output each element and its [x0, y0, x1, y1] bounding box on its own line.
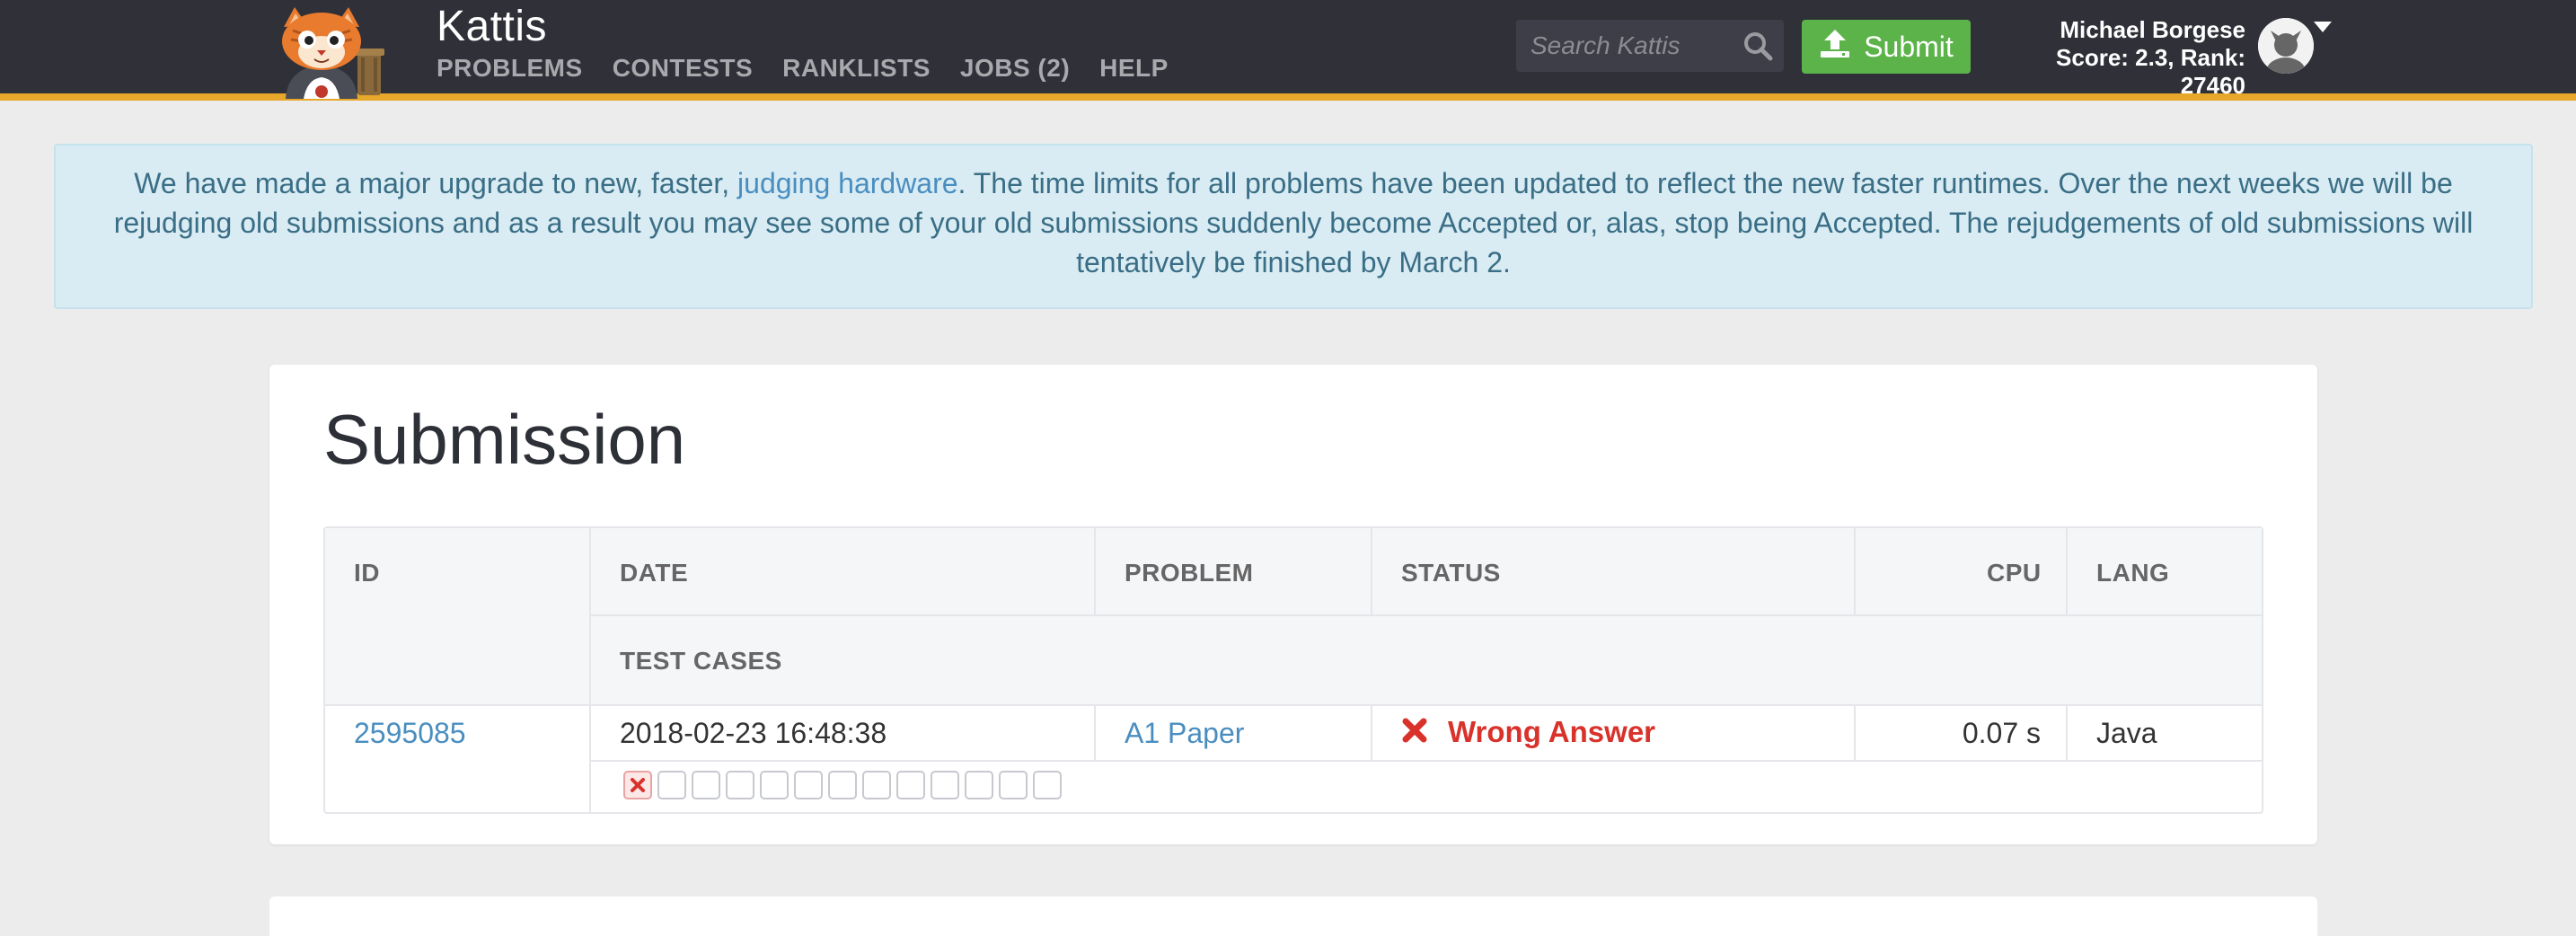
nav-item-help[interactable]: HELP [1099, 54, 1169, 83]
test-case-results [623, 771, 1062, 799]
test-case-failed[interactable] [623, 771, 652, 799]
submit-label: Submit [1864, 30, 1954, 63]
x-icon [631, 778, 645, 792]
col-divider [1854, 704, 1856, 760]
judging-hardware-link[interactable]: judging hardware [737, 167, 958, 199]
top-navbar: Kattis PROBLEMS CONTESTS RANKLISTS JOBS … [0, 0, 2576, 101]
body-divider [325, 704, 2262, 706]
page-title: Submission [323, 400, 686, 479]
test-case-not-run[interactable] [999, 771, 1028, 799]
user-silhouette-icon [2258, 18, 2314, 74]
header-divider [589, 614, 2262, 616]
user-info[interactable]: Michael Borgese Score: 2.3, Rank: 27460 [1985, 16, 2245, 100]
test-case-not-run[interactable] [965, 771, 993, 799]
col-divider [1854, 528, 1856, 614]
status-text: Wrong Answer [1448, 715, 1656, 748]
search-input[interactable] [1516, 20, 1732, 72]
user-stats: Score: 2.3, Rank: 27460 [2056, 44, 2245, 99]
submission-card: Submission ID DATE PROBLEM STATUS CPU LA… [269, 365, 2317, 844]
nav-item-problems[interactable]: PROBLEMS [437, 54, 583, 83]
test-case-not-run[interactable] [794, 771, 823, 799]
language: Java [2096, 717, 2157, 749]
announcement-alert: We have made a major upgrade to new, fas… [54, 144, 2533, 309]
next-card [269, 896, 2317, 936]
test-case-not-run[interactable] [726, 771, 754, 799]
submission-table: ID DATE PROBLEM STATUS CPU LANG TEST CAS… [323, 526, 2263, 814]
col-header-problem: PROBLEM [1125, 559, 1254, 587]
status-cell: Wrong Answer [1401, 715, 1655, 749]
nav-item-ranklists[interactable]: RANKLISTS [782, 54, 931, 83]
cpu-time: 0.07 s [1962, 717, 2041, 749]
test-case-not-run[interactable] [931, 771, 959, 799]
problem-link[interactable]: A1 Paper [1125, 717, 1244, 750]
test-case-not-run[interactable] [760, 771, 789, 799]
col-header-id: ID [354, 559, 380, 587]
nav-item-contests[interactable]: CONTESTS [613, 54, 753, 83]
search-box [1516, 20, 1784, 72]
avatar[interactable] [2258, 18, 2314, 74]
user-menu-caret-icon[interactable] [2314, 22, 2332, 32]
col-divider [589, 528, 591, 812]
test-case-not-run[interactable] [692, 771, 720, 799]
brand-name[interactable]: Kattis [437, 2, 547, 51]
test-case-not-run[interactable] [1033, 771, 1062, 799]
col-header-test-cases: TEST CASES [620, 647, 782, 675]
user-name: Michael Borgese [2060, 16, 2245, 43]
wrong-answer-x-icon [1401, 717, 1428, 748]
main-nav: PROBLEMS CONTESTS RANKLISTS JOBS (2) HEL… [437, 54, 1169, 83]
test-case-not-run[interactable] [896, 771, 925, 799]
test-case-not-run[interactable] [828, 771, 857, 799]
col-header-date: DATE [620, 559, 689, 587]
row-divider [589, 760, 2262, 762]
col-divider [2066, 704, 2068, 760]
nav-item-jobs[interactable]: JOBS (2) [960, 54, 1070, 83]
upload-icon [1819, 28, 1851, 66]
search-icon[interactable] [1742, 31, 1773, 61]
col-header-lang: LANG [2096, 559, 2170, 587]
col-divider [1094, 528, 1096, 614]
col-header-status: STATUS [1401, 559, 1501, 587]
kattis-logo[interactable] [268, 5, 419, 99]
test-case-not-run[interactable] [657, 771, 686, 799]
col-divider [1371, 528, 1372, 614]
submission-id-link[interactable]: 2595085 [354, 717, 466, 750]
col-divider [1094, 704, 1096, 760]
table-header [325, 528, 2262, 704]
col-divider [2066, 528, 2068, 614]
submit-button[interactable]: Submit [1802, 20, 1971, 74]
col-divider [1371, 704, 1372, 760]
alert-text-before: We have made a major upgrade to new, fas… [134, 167, 738, 199]
submission-date: 2018-02-23 16:48:38 [620, 717, 887, 749]
test-case-not-run[interactable] [862, 771, 891, 799]
col-header-cpu: CPU [1987, 559, 2042, 587]
